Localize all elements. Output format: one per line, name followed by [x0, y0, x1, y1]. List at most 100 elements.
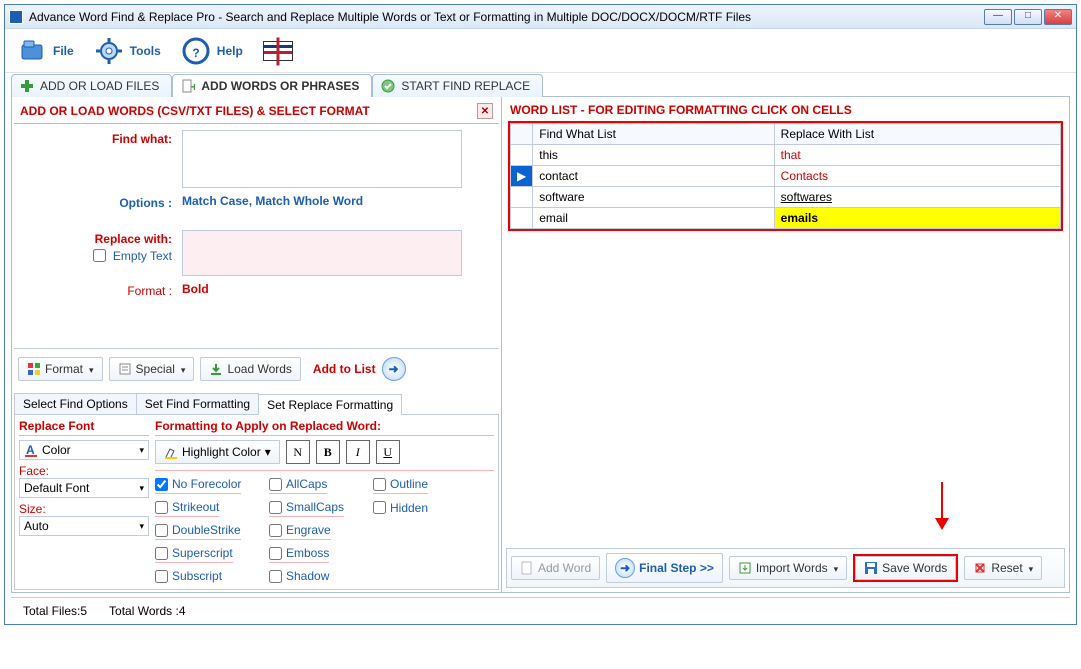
- chk-engrave[interactable]: Engrave: [269, 523, 331, 540]
- table-header-row: Find What List Replace With List: [511, 124, 1061, 145]
- replace-label: Replace with:: [32, 230, 172, 246]
- format-value: Bold: [182, 282, 209, 296]
- highlight-color-button[interactable]: Highlight Color ▾: [155, 440, 280, 464]
- main-layout: ADD OR LOAD WORDS (CSV/TXT FILES) & SELE…: [11, 96, 1070, 593]
- word-list-table[interactable]: Find What List Replace With List this th…: [510, 123, 1061, 229]
- tab-add-load-files[interactable]: ADD OR LOAD FILES: [11, 74, 172, 97]
- color-dropdown[interactable]: A Color ▾: [19, 440, 149, 460]
- italic-button[interactable]: I: [346, 440, 370, 464]
- right-heading: WORD LIST - FOR EDITING FORMATTING CLICK…: [504, 99, 1067, 121]
- add-word-button[interactable]: Add Word: [511, 556, 600, 580]
- menu-tools[interactable]: Tools: [94, 36, 161, 66]
- add-to-list-button[interactable]: Add to List ➜: [307, 353, 412, 385]
- cell-find[interactable]: contact: [533, 166, 774, 187]
- tab2-label: ADD WORDS OR PHRASES: [201, 79, 359, 93]
- subtab-replace-formatting[interactable]: Set Replace Formatting: [258, 394, 402, 415]
- menu-help[interactable]: ? Help: [181, 36, 243, 66]
- special-button[interactable]: Special: [109, 357, 195, 381]
- tab-add-words[interactable]: + ADD WORDS OR PHRASES: [172, 74, 372, 97]
- svg-text:+: +: [191, 80, 195, 93]
- maximize-button[interactable]: □: [1014, 9, 1042, 25]
- left-heading: ADD OR LOAD WORDS (CSV/TXT FILES) & SELE…: [20, 104, 370, 118]
- table-row-selected[interactable]: ▶ contact Contacts: [511, 166, 1061, 187]
- close-button[interactable]: ✕: [1044, 9, 1072, 25]
- cell-find[interactable]: this: [533, 145, 774, 166]
- load-words-button[interactable]: Load Words: [200, 357, 300, 381]
- chk-emboss[interactable]: Emboss: [269, 546, 329, 563]
- row-pointer-icon: ▶: [511, 166, 533, 187]
- format-button[interactable]: Format: [18, 357, 103, 381]
- tab3-label: START FIND REPLACE: [401, 79, 530, 93]
- app-window: Advance Word Find & Replace Pro - Search…: [4, 4, 1077, 625]
- status-bar: Total Files:5 Total Words :4: [11, 597, 1070, 624]
- main-tabs: ADD OR LOAD FILES + ADD WORDS OR PHRASES…: [5, 73, 1076, 96]
- chk-smallcaps[interactable]: SmallCaps: [269, 500, 344, 517]
- normal-button[interactable]: N: [286, 440, 310, 464]
- chevron-down-icon: ▾: [139, 483, 144, 494]
- load-words-label: Load Words: [227, 362, 291, 376]
- cell-find[interactable]: software: [533, 187, 774, 208]
- chk-hidden[interactable]: Hidden: [373, 500, 428, 517]
- replace-with-input[interactable]: [182, 230, 462, 276]
- cell-replace[interactable]: softwares: [774, 187, 1060, 208]
- cell-replace[interactable]: that: [774, 145, 1060, 166]
- final-step-button[interactable]: ➜ Final Step >>: [606, 553, 723, 583]
- word-list-wrap: Find What List Replace With List this th…: [508, 121, 1063, 231]
- subtab-find-formatting[interactable]: Set Find Formatting: [136, 393, 259, 414]
- col-find-head: Find What List: [533, 124, 774, 145]
- import-words-button[interactable]: Import Words: [729, 556, 847, 580]
- table-row[interactable]: email emails: [511, 208, 1061, 229]
- table-row[interactable]: this that: [511, 145, 1061, 166]
- subtab-find-options[interactable]: Select Find Options: [14, 393, 137, 414]
- left-panel-head: ADD OR LOAD WORDS (CSV/TXT FILES) & SELE…: [14, 99, 499, 124]
- size-label: Size:: [19, 502, 149, 516]
- empty-text-checkbox[interactable]: Empty Text: [32, 246, 172, 265]
- underline-button[interactable]: U: [376, 440, 400, 464]
- chk-subscript[interactable]: Subscript: [155, 569, 222, 585]
- chk-outline[interactable]: Outline: [373, 477, 428, 494]
- import-icon: [738, 561, 752, 575]
- save-words-button[interactable]: Save Words: [855, 556, 956, 580]
- size-value: Auto: [24, 519, 49, 533]
- reset-icon: [973, 561, 987, 575]
- highlight-label: Highlight Color: [182, 445, 261, 459]
- options-row: Options : Match Case, Match Whole Word: [14, 188, 499, 210]
- right-toolbar: Add Word ➜ Final Step >> Import Words Sa…: [506, 548, 1065, 588]
- chk-doublestrike[interactable]: DoubleStrike: [155, 523, 241, 540]
- font-color-icon: A: [24, 443, 38, 457]
- reset-button[interactable]: Reset: [964, 556, 1042, 580]
- size-dropdown[interactable]: Auto▾: [19, 516, 149, 536]
- menu-help-label: Help: [217, 44, 243, 58]
- help-icon: ?: [181, 36, 211, 66]
- menu-language[interactable]: [263, 41, 293, 61]
- cell-replace[interactable]: emails: [774, 208, 1060, 229]
- minimize-button[interactable]: —: [984, 9, 1012, 25]
- panel-close-icon[interactable]: ✕: [477, 103, 493, 119]
- special-btn-label: Special: [136, 362, 175, 376]
- cell-replace[interactable]: Contacts: [774, 166, 1060, 187]
- doc-add-icon: [520, 561, 534, 575]
- col-replace-head: Replace With List: [774, 124, 1060, 145]
- cell-find[interactable]: email: [533, 208, 774, 229]
- formatting-head: Formatting to Apply on Replaced Word:: [155, 419, 494, 436]
- table-row[interactable]: software softwares: [511, 187, 1061, 208]
- chk-noforecolor[interactable]: No Forecolor: [155, 477, 241, 494]
- chk-superscript[interactable]: Superscript: [155, 546, 233, 563]
- tab-start-find-replace[interactable]: START FIND REPLACE: [372, 74, 543, 97]
- save-highlight-box: Save Words: [853, 554, 958, 582]
- empty-text-label: Empty Text: [113, 249, 172, 263]
- row-indicator-head: [511, 124, 533, 145]
- face-dropdown[interactable]: Default Font ▾: [19, 478, 149, 498]
- chk-allcaps[interactable]: AllCaps: [269, 477, 327, 494]
- bold-button[interactable]: B: [316, 440, 340, 464]
- format-subtabs: Select Find Options Set Find Formatting …: [14, 393, 499, 415]
- face-value: Default Font: [24, 481, 89, 495]
- chk-shadow[interactable]: Shadow: [269, 569, 329, 585]
- status-words: Total Words :4: [109, 604, 185, 618]
- empty-text-input[interactable]: [93, 249, 106, 262]
- special-btn-icon: [118, 362, 132, 376]
- menu-file[interactable]: File: [17, 36, 74, 66]
- chk-strikeout[interactable]: Strikeout: [155, 500, 219, 517]
- find-what-input[interactable]: [182, 130, 462, 188]
- chevron-down-icon: ▾: [139, 445, 144, 456]
